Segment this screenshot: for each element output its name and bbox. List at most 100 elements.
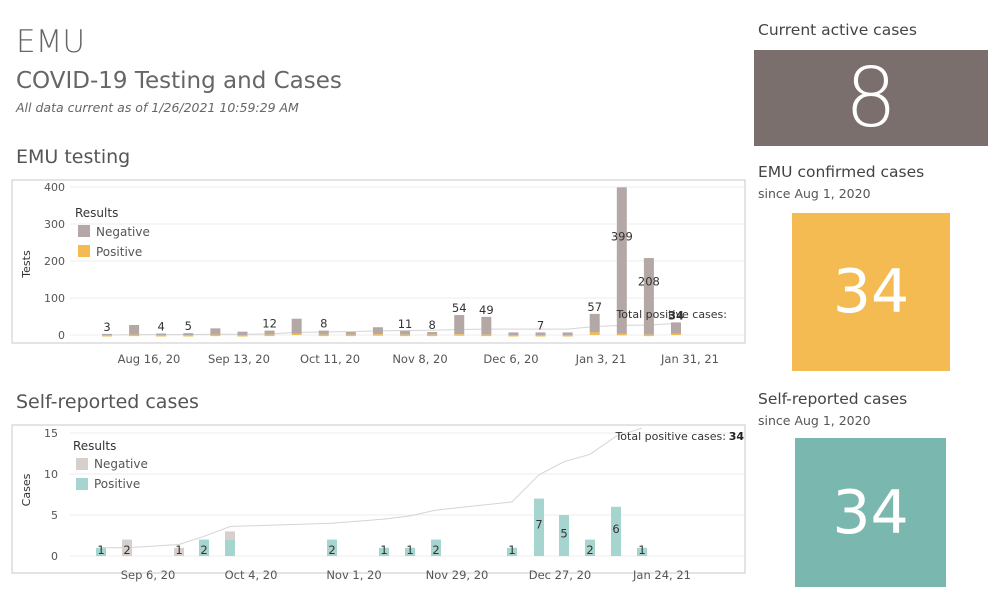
testing-bar-positive <box>372 334 383 336</box>
testing-bar-negative <box>562 332 573 335</box>
testing-y-axis-label: Tests <box>20 250 33 279</box>
testing-bar-positive <box>643 334 654 337</box>
testing-chart: Tests 0 100 200 300 400 3 4 5 12 8 11 8 54 49 7 57 399 2… <box>11 179 746 366</box>
self-data-label: 1 <box>380 543 387 557</box>
testing-bar-negative <box>237 331 248 335</box>
self-y-tick-label: 0 <box>51 550 58 563</box>
testing-data-label: 4 <box>158 320 165 334</box>
self-data-label: 1 <box>97 543 104 557</box>
testing-bar-positive <box>237 335 248 337</box>
testing-section-title: EMU testing <box>16 146 131 168</box>
self-data-label: 1 <box>175 543 182 557</box>
self-legend-negative: Negative <box>94 457 148 471</box>
testing-bar-positive <box>671 333 681 336</box>
self-legend-title: Results <box>73 439 116 453</box>
testing-bar-negative <box>372 327 383 335</box>
emu-confirmed-label: EMU confirmed cases <box>758 163 925 181</box>
self-x-tick-label: Nov 29, 20 <box>426 568 489 582</box>
testing-data-label: 57 <box>587 300 602 314</box>
testing-data-label: 7 <box>537 318 544 332</box>
testing-bar-negative <box>264 330 275 335</box>
testing-bar-positive <box>562 335 573 337</box>
testing-y-ticks: 0 100 200 300 400 <box>44 181 65 342</box>
testing-bar-negative <box>589 313 600 333</box>
testing-bar-negative <box>129 325 140 335</box>
testing-y-tick-label: 100 <box>44 292 65 305</box>
self-data-label: 2 <box>123 543 130 557</box>
testing-bar-positive <box>102 335 112 337</box>
self-data-label: 2 <box>200 543 207 557</box>
testing-bar-negative <box>183 333 194 335</box>
emu-confirmed-tile: 34 <box>792 213 950 371</box>
testing-data-label: 3 <box>103 320 110 334</box>
testing-x-tick-label: Sep 13, 20 <box>208 352 270 366</box>
testing-bar-positive <box>481 334 492 337</box>
self-data-label: 5 <box>560 526 567 540</box>
testing-bar-positive <box>616 333 627 336</box>
testing-data-label: 49 <box>479 303 494 317</box>
testing-data-label: 5 <box>185 319 192 333</box>
testing-bar-negative <box>535 332 546 335</box>
testing-data-label: 11 <box>398 317 413 331</box>
testing-data-label: 8 <box>428 318 435 332</box>
testing-bar-positive <box>156 335 167 337</box>
self-reported-chart: Cases 0 5 10 15 1 2 1 2 2 1 1 2 1 7 5 2 6 1 Sep 6, 20 Oct… <box>11 424 746 582</box>
active-cases-label: Current active cases <box>758 21 917 39</box>
self-total-positive-value: 34 <box>729 430 745 443</box>
testing-bar-negative <box>345 332 356 335</box>
testing-legend-negative: Negative <box>96 225 150 239</box>
testing-bar-negative <box>671 322 681 334</box>
self-legend-positive-swatch <box>76 478 88 490</box>
self-x-tick-label: Nov 1, 20 <box>326 568 381 582</box>
self-x-ticks: Sep 6, 20 Oct 4, 20 Nov 1, 20 Nov 29, 20 Dec… <box>121 568 691 582</box>
testing-y-tick-label: 200 <box>44 255 65 268</box>
testing-data-label: 208 <box>638 275 660 289</box>
testing-bar-negative <box>643 258 654 335</box>
self-y-tick-label: 10 <box>44 468 58 481</box>
testing-bar-negative <box>210 328 221 335</box>
self-legend-negative-swatch <box>76 458 88 470</box>
self-x-tick-label: Dec 27, 20 <box>529 568 592 582</box>
testing-data-label: 399 <box>611 230 633 244</box>
self-x-tick-label: Jan 24, 21 <box>632 568 691 582</box>
self-gridlines <box>70 432 744 557</box>
testing-y-tick-label: 0 <box>58 329 65 342</box>
self-reported-label: Self-reported cases <box>758 390 908 408</box>
testing-data-label: 54 <box>452 301 467 315</box>
testing-bar-positive <box>535 335 546 337</box>
testing-x-tick-label: Oct 11, 20 <box>300 352 360 366</box>
self-legend: Results Negative Positive <box>73 439 148 491</box>
self-y-tick-label: 5 <box>51 509 58 522</box>
testing-x-tick-label: Jan 31, 21 <box>660 352 719 366</box>
testing-y-tick-label: 400 <box>44 181 65 194</box>
testing-bar-negative <box>102 333 112 335</box>
testing-bar-positive <box>454 334 465 336</box>
self-y-axis-label: Cases <box>20 473 33 506</box>
testing-y-tick-label: 300 <box>44 218 65 231</box>
self-data-label: 7 <box>535 517 542 531</box>
testing-legend-negative-swatch <box>78 225 90 237</box>
testing-x-tick-label: Dec 6, 20 <box>483 352 538 366</box>
testing-bar-positive <box>210 334 221 337</box>
testing-bar-positive <box>129 334 140 337</box>
self-bar-positive <box>225 539 235 556</box>
testing-bar-positive <box>427 334 438 337</box>
testing-x-tick-label: Aug 16, 20 <box>118 352 181 366</box>
testing-bar-positive <box>291 333 302 336</box>
self-data-label: 2 <box>586 543 593 557</box>
testing-bar-negative <box>427 332 438 335</box>
testing-bar-negative <box>318 330 329 335</box>
testing-x-tick-label: Nov 8, 20 <box>392 352 447 366</box>
testing-data-label: 12 <box>262 317 277 331</box>
testing-bar-positive <box>400 334 411 337</box>
testing-bar-positive <box>183 335 194 337</box>
testing-bar-positive <box>508 335 519 337</box>
self-data-label: 1 <box>508 543 515 557</box>
page-title: EMU <box>16 24 86 60</box>
self-x-tick-label: Sep 6, 20 <box>121 568 176 582</box>
emu-confirmed-since: since Aug 1, 2020 <box>758 186 871 201</box>
testing-bar-negative <box>400 330 411 335</box>
self-reported-since: since Aug 1, 2020 <box>758 413 871 428</box>
active-cases-tile: 8 <box>754 50 988 146</box>
testing-bar-negative <box>508 332 519 335</box>
